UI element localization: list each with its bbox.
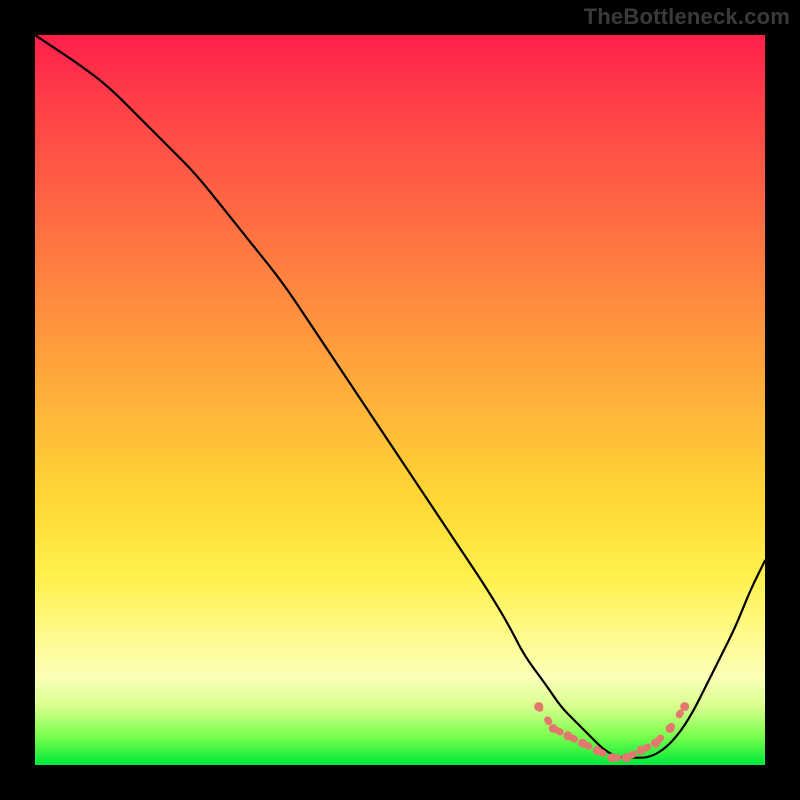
bottleneck-curve xyxy=(35,35,765,758)
watermark-text: TheBottleneck.com xyxy=(584,4,790,30)
plot-area xyxy=(35,35,765,765)
chart-frame: TheBottleneck.com xyxy=(0,0,800,800)
curve-svg xyxy=(35,35,765,765)
